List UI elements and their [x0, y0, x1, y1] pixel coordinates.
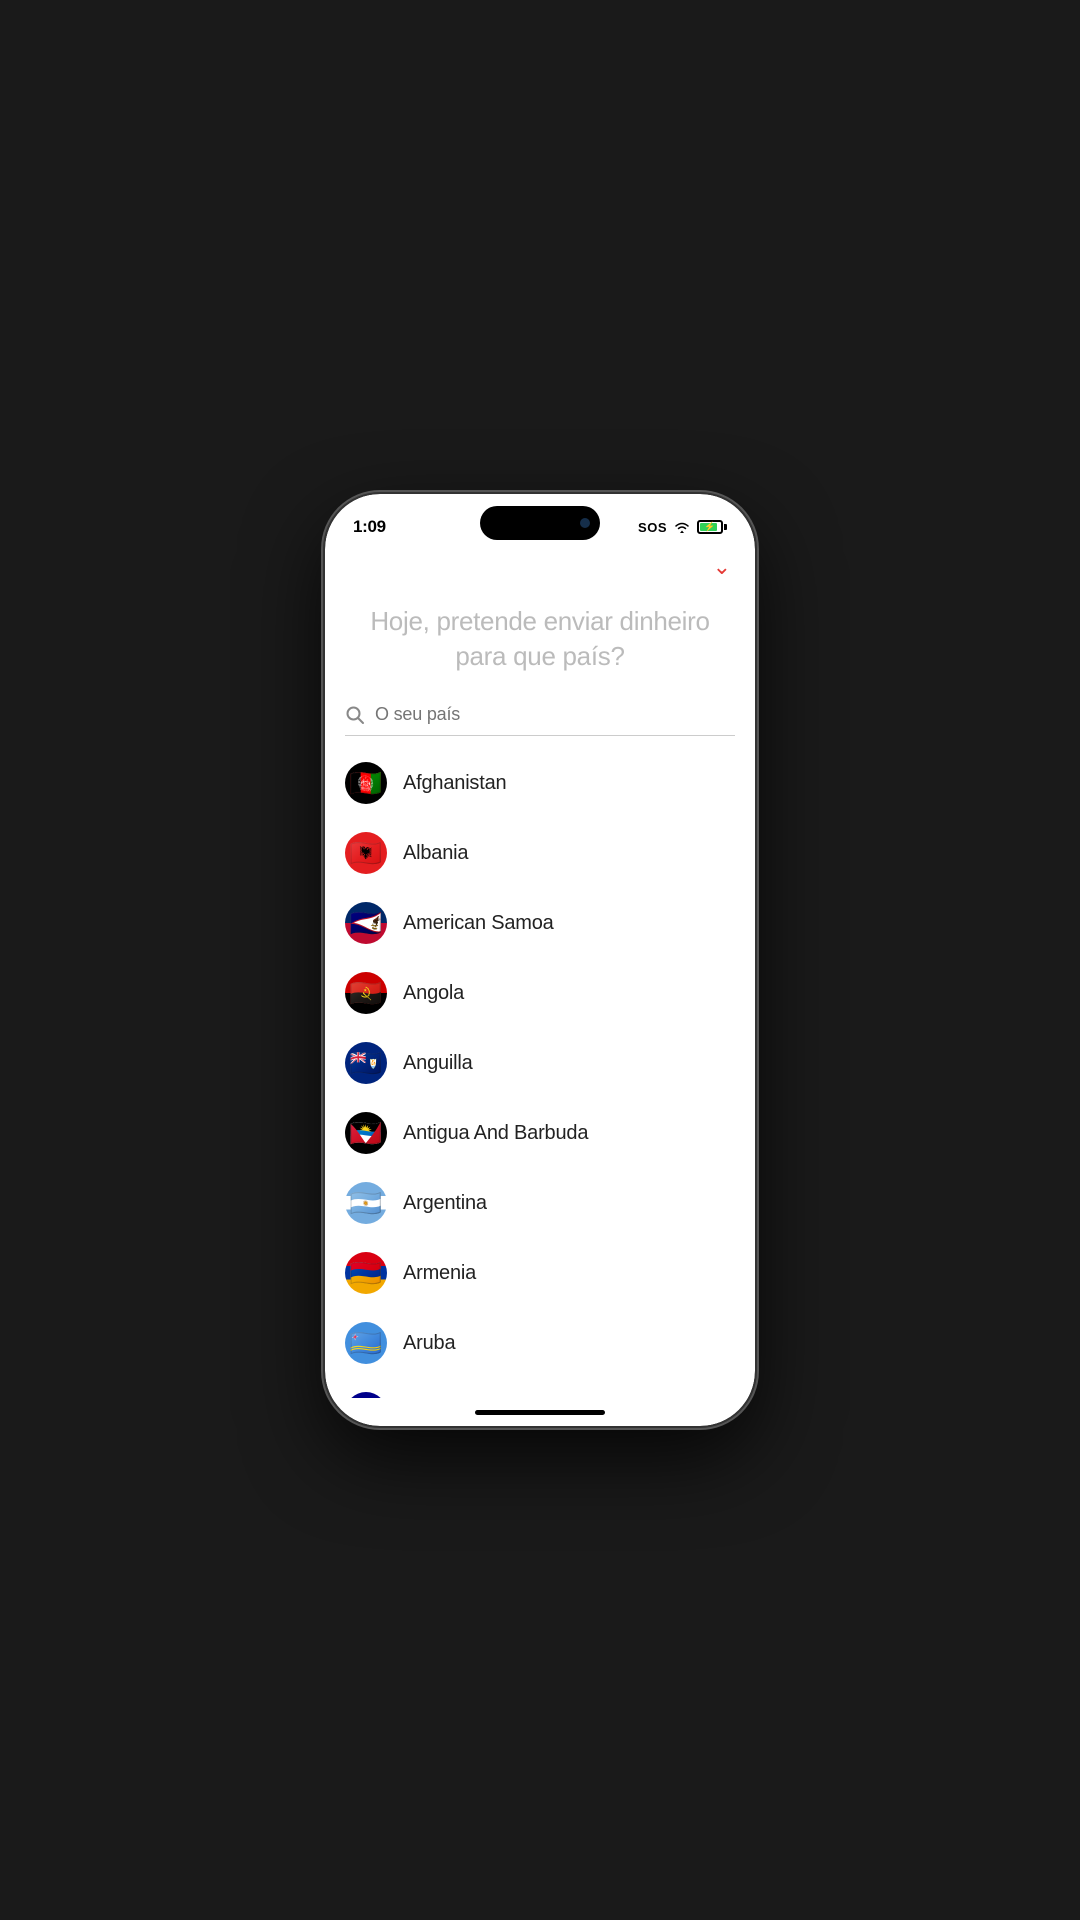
flag-angola: 🇦🇴: [345, 972, 387, 1014]
list-item[interactable]: 🇦🇱 Albania: [345, 818, 735, 888]
country-name-argentina: Argentina: [403, 1192, 487, 1215]
page-title-section: Hoje, pretende enviar dinheiropara que p…: [325, 584, 755, 704]
battery-tip: [724, 524, 727, 530]
flag-aruba: 🇦🇼: [345, 1322, 387, 1364]
app-content: ⌄ Hoje, pretende enviar dinheiropara que…: [325, 546, 755, 1398]
list-item[interactable]: 🇦🇫 Afghanistan: [345, 748, 735, 818]
search-container: [325, 704, 755, 748]
sos-label: SOS: [638, 520, 667, 535]
list-item[interactable]: 🇦🇲 Armenia: [345, 1238, 735, 1308]
chevron-down-icon[interactable]: ⌄: [713, 554, 731, 580]
close-button-area[interactable]: ⌄: [325, 546, 755, 584]
search-input-wrapper: [345, 704, 735, 736]
country-name-albania: Albania: [403, 842, 468, 865]
country-name-anguilla: Anguilla: [403, 1052, 473, 1075]
flag-armenia: 🇦🇲: [345, 1252, 387, 1294]
country-name-antigua-barbuda: Antigua And Barbuda: [403, 1122, 588, 1145]
country-name-armenia: Armenia: [403, 1262, 476, 1285]
country-name-aruba: Aruba: [403, 1332, 455, 1355]
page-title-text: Hoje, pretende enviar dinheiropara que p…: [365, 604, 715, 674]
battery-body: ⚡: [697, 520, 723, 534]
status-icons: SOS ⚡: [638, 520, 727, 535]
flag-afghanistan: 🇦🇫: [345, 762, 387, 804]
country-name-american-samoa: American Samoa: [403, 912, 554, 935]
home-bar: [475, 1410, 605, 1415]
home-indicator: [325, 1398, 755, 1426]
flag-albania: 🇦🇱: [345, 832, 387, 874]
status-bar: 1:09 SOS ⚡: [325, 494, 755, 546]
list-item[interactable]: 🇦🇺Australia: [345, 1378, 735, 1398]
country-name-afghanistan: Afghanistan: [403, 772, 506, 795]
list-item[interactable]: 🇦🇬 Antigua And Barbuda: [345, 1098, 735, 1168]
country-list[interactable]: 🇦🇫 Afghanistan 🇦🇱 Albania 🇦🇸 American Samoa 🇦🇴…: [325, 748, 755, 1398]
search-icon: [345, 705, 365, 725]
screen: 1:09 SOS ⚡: [325, 494, 755, 1426]
battery-icon: ⚡: [697, 520, 727, 534]
dynamic-island-camera: [580, 518, 590, 528]
dynamic-island: [480, 506, 600, 540]
country-name-angola: Angola: [403, 982, 464, 1005]
flag-antigua-barbuda: 🇦🇬: [345, 1112, 387, 1154]
search-input[interactable]: [375, 704, 735, 725]
battery-bolt-icon: ⚡: [704, 522, 715, 533]
flag-argentina: 🇦🇷: [345, 1182, 387, 1224]
phone-frame: 1:09 SOS ⚡: [325, 494, 755, 1426]
flag-american-samoa: 🇦🇸: [345, 902, 387, 944]
wifi-icon: [673, 520, 691, 534]
flag-anguilla: 🇦🇮: [345, 1042, 387, 1084]
list-item[interactable]: 🇦🇴 Angola: [345, 958, 735, 1028]
status-time: 1:09: [353, 517, 386, 537]
list-item[interactable]: 🇦🇸 American Samoa: [345, 888, 735, 958]
list-item[interactable]: 🇦🇷 Argentina: [345, 1168, 735, 1238]
list-item[interactable]: 🇦🇼 Aruba: [345, 1308, 735, 1378]
list-item[interactable]: 🇦🇮 Anguilla: [345, 1028, 735, 1098]
